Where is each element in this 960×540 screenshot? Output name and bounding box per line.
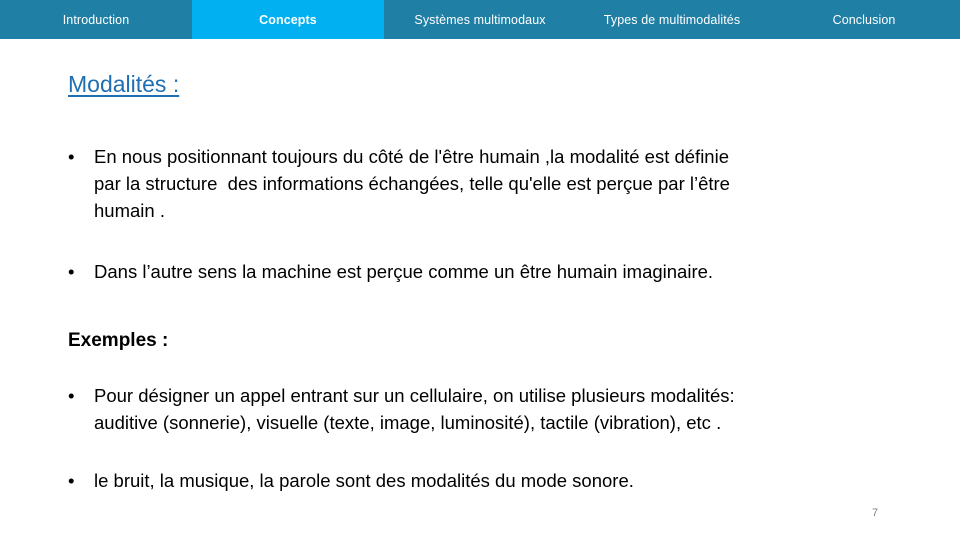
nav-tab-conclusion-label: Conclusion xyxy=(832,12,896,27)
bullet-item-3-text: Pour désigner un appel entrant sur un ce… xyxy=(94,382,898,436)
bullet-item-3-line-1: Pour désigner un appel entrant sur un ce… xyxy=(94,385,735,406)
bullet-item-2-text: Dans l’autre sens la machine est perçue … xyxy=(94,258,898,285)
bullet-item-2-line-1: Dans l’autre sens la machine est perçue … xyxy=(94,261,714,282)
bullet-item-1-line-3: humain . xyxy=(94,200,165,221)
nav-tab-concepts[interactable]: Concepts xyxy=(192,0,384,39)
bullet-item-4: • le bruit, la musique, la parole sont d… xyxy=(68,467,898,494)
subsection-title-exemples: Exemples : xyxy=(68,330,169,351)
bullet-item-2: • Dans l’autre sens la machine est perçu… xyxy=(68,258,898,285)
nav-tab-systemes-multimodaux[interactable]: Systèmes multimodaux xyxy=(384,0,576,39)
section-title: Modalités : xyxy=(68,71,180,97)
nav-tab-conclusion[interactable]: Conclusion xyxy=(768,0,960,39)
bullet-marker-icon: • xyxy=(68,146,75,167)
bullet-item-3-line-2: auditive (sonnerie), visuelle (texte, im… xyxy=(94,412,722,433)
bullet-item-1-line-1: En nous positionnant toujours du côté de… xyxy=(94,146,729,167)
page-number: 7 xyxy=(872,507,879,519)
bullet-item-1: • En nous positionnant toujours du côté … xyxy=(68,143,898,224)
bullet-item-1-text: En nous positionnant toujours du côté de… xyxy=(94,143,898,224)
bullet-item-3: • Pour désigner un appel entrant sur un … xyxy=(68,382,898,436)
bullet-marker-icon: • xyxy=(68,261,75,282)
bullet-item-1-line-2: par la structure des informations échang… xyxy=(94,173,730,194)
nav-tab-introduction[interactable]: Introduction xyxy=(0,0,192,39)
nav-tab-systemes-multimodaux-label: Systèmes multimodaux xyxy=(414,12,546,27)
slide-content: Modalités : • En nous positionnant toujo… xyxy=(0,39,960,540)
bullet-item-4-line-1: le bruit, la musique, la parole sont des… xyxy=(94,470,634,491)
nav-tab-types-de-multimodalites[interactable]: Types de multimodalités xyxy=(576,0,768,39)
nav-tab-introduction-label: Introduction xyxy=(62,12,130,27)
top-navigation-bar: Introduction Concepts Systèmes multimoda… xyxy=(0,0,960,39)
nav-tab-concepts-label: Concepts xyxy=(259,12,317,27)
bullet-item-4-text: le bruit, la musique, la parole sont des… xyxy=(94,467,898,494)
bullet-marker-icon: • xyxy=(68,385,75,406)
bullet-marker-icon: • xyxy=(68,470,75,491)
nav-tab-types-de-multimodalites-label: Types de multimodalités xyxy=(603,12,741,27)
